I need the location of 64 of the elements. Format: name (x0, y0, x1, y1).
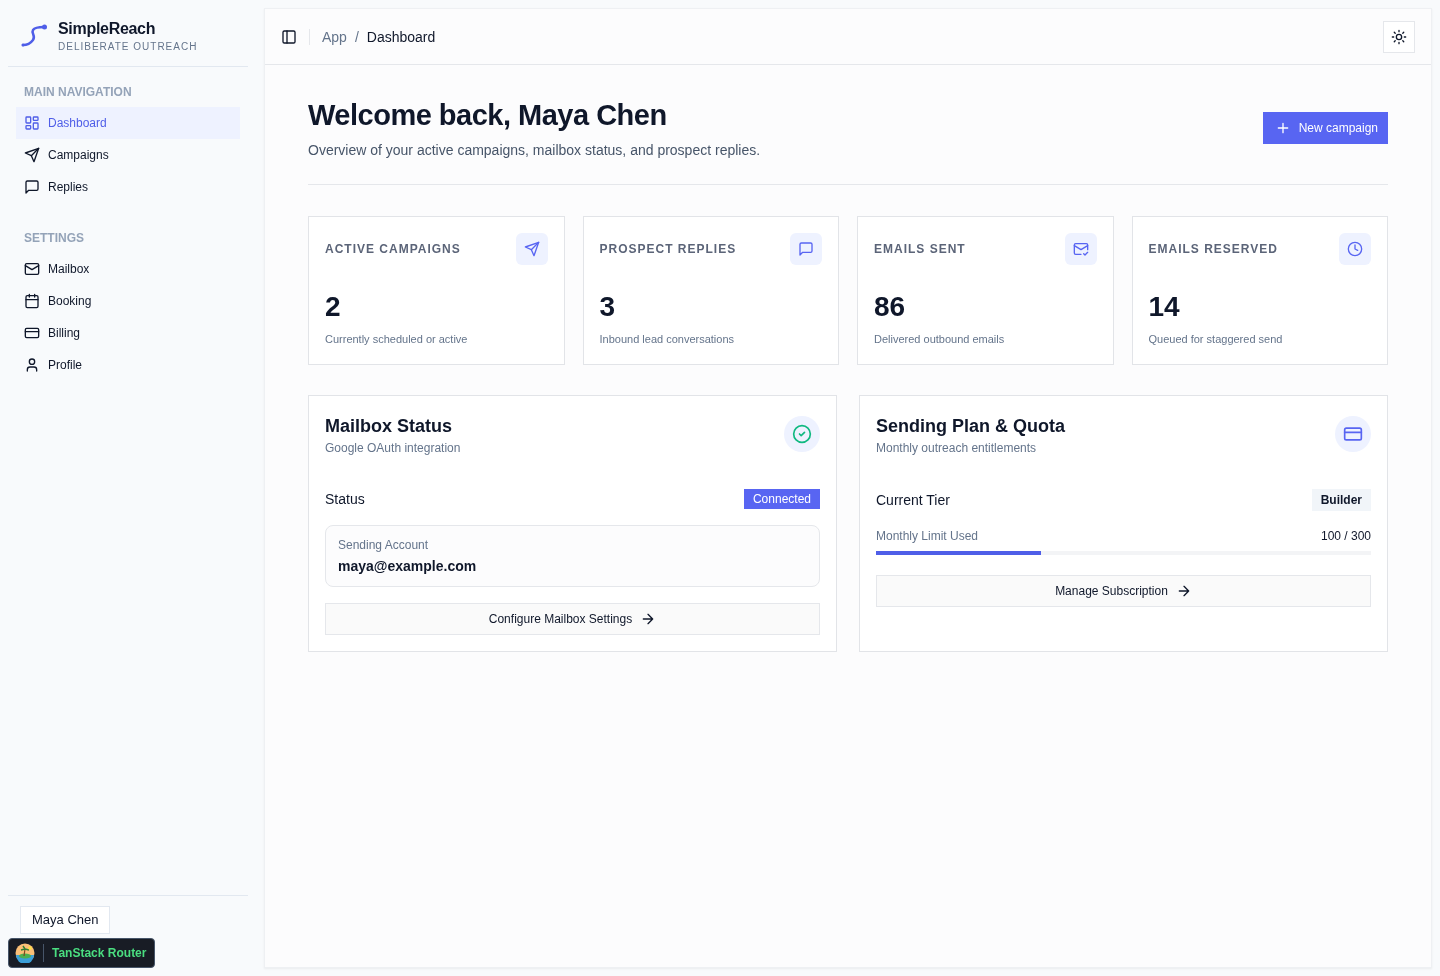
user-icon (24, 357, 40, 373)
stat-label: PROSPECT REPLIES (599, 242, 737, 256)
stat-value: 2 (325, 291, 342, 323)
chat-bubble-icon (798, 241, 814, 257)
card-title: Mailbox Status (325, 416, 454, 437)
theme-toggle-button[interactable] (1383, 20, 1415, 53)
stat-value: 3 (599, 291, 617, 323)
tier-badge: Builder (1311, 489, 1371, 511)
section-heading: SETTINGS (23, 230, 85, 247)
stat-label: EMAILS RESERVED (1148, 242, 1278, 256)
account-label: Sending Account (338, 538, 430, 552)
breadcrumb-item[interactable]: App (322, 28, 347, 45)
sidebar-item[interactable]: Replies (16, 171, 240, 203)
user-menu-button[interactable]: Maya Chen (20, 906, 111, 934)
sun-icon (1391, 28, 1407, 45)
mail-icon (24, 261, 40, 277)
check-circle-glyph-icon (792, 424, 812, 444)
send-icon (523, 241, 540, 257)
devtools-badge[interactable]: TanStack Router (8, 938, 156, 968)
stat-caption: Currently scheduled or active (325, 333, 469, 345)
sidebar-item[interactable]: Campaigns (16, 139, 240, 171)
sidebar-item[interactable]: Mailbox (16, 253, 240, 285)
connected-badge: Connected (743, 489, 820, 509)
island-logo-icon (15, 943, 35, 963)
sidebar-item[interactable]: Dashboard (16, 107, 240, 139)
card-subtitle: Monthly outreach entitlements (876, 441, 1038, 455)
stat-caption: Delivered outbound emails (874, 333, 1006, 345)
account-email: maya@example.com (338, 558, 478, 574)
section-heading: MAIN NAVIGATION (23, 84, 133, 101)
sidebar-item[interactable]: Profile (16, 349, 240, 381)
breadcrumb-separator: / (354, 28, 359, 45)
send-icon (24, 147, 40, 163)
stat-caption: Queued for staggered send (1148, 333, 1284, 345)
brand-name: SimpleReach (58, 20, 157, 38)
usage-label: Monthly Limit Used (876, 529, 979, 543)
configure-mailbox-button[interactable]: Configure Mailbox Settings (325, 603, 820, 635)
clock-icon (1347, 241, 1363, 257)
stat-value: 86 (874, 291, 907, 323)
card-subtitle: Google OAuth integration (325, 441, 461, 455)
devtools-label: TanStack Router (52, 946, 147, 960)
card-title: Sending Plan & Quota (876, 416, 1065, 437)
stat-value: 14 (1148, 291, 1181, 323)
stat-label: EMAILS SENT (874, 242, 966, 256)
page-subtitle: Overview of your active campaigns, mailbox status, and prospect replies. (308, 142, 761, 158)
mail-check-icon (1072, 241, 1089, 257)
brand-tagline: DELIBERATE OUTREACH (58, 41, 198, 52)
usage-reading: 100 / 300 (1320, 529, 1371, 543)
sidebar-item[interactable]: Billing (16, 317, 240, 349)
new-campaign-button[interactable]: New campaign (1262, 112, 1388, 144)
tier-label: Current Tier (876, 492, 950, 508)
credit-card-glyph-icon (1343, 424, 1363, 444)
sidebar-item[interactable]: Booking (16, 285, 240, 317)
credit-card-icon (24, 325, 40, 341)
panel-icon (281, 28, 297, 45)
stat-label: ACTIVE CAMPAIGNS (325, 242, 461, 256)
breadcrumb-item: Dashboard (366, 28, 436, 45)
chat-bubble-icon (24, 179, 40, 195)
page-title: Welcome back, Maya Chen (308, 99, 668, 132)
stat-caption: Inbound lead conversations (599, 333, 736, 345)
calendar-icon (24, 293, 40, 309)
dashboard-grid-icon (24, 115, 40, 131)
status-label: Status (325, 491, 365, 507)
manage-subscription-button[interactable]: Manage Subscription (876, 575, 1371, 607)
sidebar-toggle-button[interactable] (281, 28, 297, 45)
